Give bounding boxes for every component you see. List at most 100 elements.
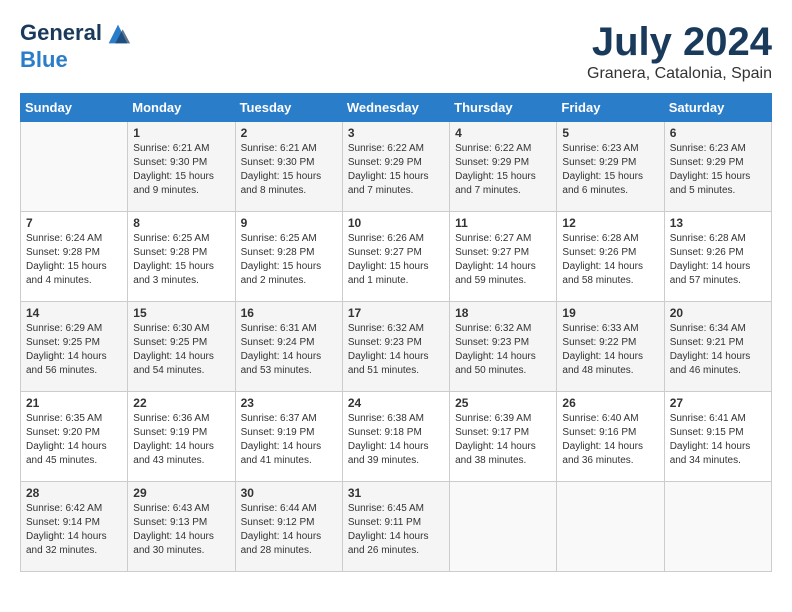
- calendar-cell: 8 Sunrise: 6:25 AMSunset: 9:28 PMDaylight…: [128, 212, 235, 302]
- calendar-week-2: 7 Sunrise: 6:24 AMSunset: 9:28 PMDaylight…: [21, 212, 772, 302]
- cell-content: Sunrise: 6:23 AMSunset: 9:29 PMDaylight:…: [562, 142, 658, 198]
- calendar-cell: [21, 122, 128, 212]
- day-number: 1: [133, 126, 229, 140]
- cell-content: Sunrise: 6:28 AMSunset: 9:26 PMDaylight:…: [562, 232, 658, 288]
- cell-content: Sunrise: 6:22 AMSunset: 9:29 PMDaylight:…: [455, 142, 551, 198]
- calendar-cell: 18 Sunrise: 6:32 AMSunset: 9:23 PMDayligh…: [450, 302, 557, 392]
- day-number: 3: [348, 126, 444, 140]
- cell-content: Sunrise: 6:43 AMSunset: 9:13 PMDaylight:…: [133, 502, 229, 558]
- day-number: 15: [133, 306, 229, 320]
- cell-content: Sunrise: 6:42 AMSunset: 9:14 PMDaylight:…: [26, 502, 122, 558]
- day-number: 6: [670, 126, 766, 140]
- location-subtitle: Granera, Catalonia, Spain: [587, 65, 772, 83]
- header-saturday: Saturday: [664, 94, 771, 122]
- calendar-week-4: 21 Sunrise: 6:35 AMSunset: 9:20 PMDayligh…: [21, 392, 772, 482]
- day-number: 21: [26, 396, 122, 410]
- cell-content: Sunrise: 6:32 AMSunset: 9:23 PMDaylight:…: [455, 322, 551, 378]
- day-number: 30: [241, 486, 337, 500]
- cell-content: Sunrise: 6:24 AMSunset: 9:28 PMDaylight:…: [26, 232, 122, 288]
- cell-content: Sunrise: 6:31 AMSunset: 9:24 PMDaylight:…: [241, 322, 337, 378]
- calendar-week-5: 28Sunrise: 6:42 AMSunset: 9:14 PMDayligh…: [21, 482, 772, 572]
- calendar-cell: [557, 482, 664, 572]
- cell-content: Sunrise: 6:36 AMSunset: 9:19 PMDaylight:…: [133, 412, 229, 468]
- days-header-row: SundayMondayTuesdayWednesdayThursdayFrid…: [21, 94, 772, 122]
- cell-content: Sunrise: 6:33 AMSunset: 9:22 PMDaylight:…: [562, 322, 658, 378]
- calendar-cell: 28Sunrise: 6:42 AMSunset: 9:14 PMDayligh…: [21, 482, 128, 572]
- header-thursday: Thursday: [450, 94, 557, 122]
- cell-content: Sunrise: 6:44 AMSunset: 9:12 PMDaylight:…: [241, 502, 337, 558]
- calendar-cell: 3 Sunrise: 6:22 AMSunset: 9:29 PMDaylight…: [342, 122, 449, 212]
- calendar-cell: 30 Sunrise: 6:44 AMSunset: 9:12 PMDayligh…: [235, 482, 342, 572]
- calendar-cell: 2Sunrise: 6:21 AMSunset: 9:30 PMDaylight…: [235, 122, 342, 212]
- cell-content: Sunrise: 6:35 AMSunset: 9:20 PMDaylight:…: [26, 412, 122, 468]
- day-number: 20: [670, 306, 766, 320]
- day-number: 22: [133, 396, 229, 410]
- calendar-cell: 29Sunrise: 6:43 AMSunset: 9:13 PMDayligh…: [128, 482, 235, 572]
- month-title: July 2024: [587, 20, 772, 65]
- calendar-week-1: 1 Sunrise: 6:21 AMSunset: 9:30 PMDaylight…: [21, 122, 772, 212]
- calendar-cell: 26 Sunrise: 6:40 AMSunset: 9:16 PMDayligh…: [557, 392, 664, 482]
- calendar-table: SundayMondayTuesdayWednesdayThursdayFrid…: [20, 93, 772, 572]
- calendar-cell: 20 Sunrise: 6:34 AMSunset: 9:21 PMDayligh…: [664, 302, 771, 392]
- day-number: 16: [241, 306, 337, 320]
- day-number: 26: [562, 396, 658, 410]
- cell-content: Sunrise: 6:34 AMSunset: 9:21 PMDaylight:…: [670, 322, 766, 378]
- header-tuesday: Tuesday: [235, 94, 342, 122]
- calendar-cell: 6Sunrise: 6:23 AMSunset: 9:29 PMDaylight…: [664, 122, 771, 212]
- day-number: 5: [562, 126, 658, 140]
- day-number: 11: [455, 216, 551, 230]
- header-wednesday: Wednesday: [342, 94, 449, 122]
- cell-content: Sunrise: 6:28 AMSunset: 9:26 PMDaylight:…: [670, 232, 766, 288]
- day-number: 10: [348, 216, 444, 230]
- day-number: 13: [670, 216, 766, 230]
- calendar-cell: 4Sunrise: 6:22 AMSunset: 9:29 PMDaylight…: [450, 122, 557, 212]
- logo-blue: Blue: [20, 47, 68, 72]
- header-monday: Monday: [128, 94, 235, 122]
- calendar-cell: 19 Sunrise: 6:33 AMSunset: 9:22 PMDayligh…: [557, 302, 664, 392]
- day-number: 12: [562, 216, 658, 230]
- day-number: 23: [241, 396, 337, 410]
- calendar-cell: 11 Sunrise: 6:27 AMSunset: 9:27 PMDayligh…: [450, 212, 557, 302]
- cell-content: Sunrise: 6:25 AMSunset: 9:28 PMDaylight:…: [241, 232, 337, 288]
- header-sunday: Sunday: [21, 94, 128, 122]
- title-block: July 2024 Granera, Catalonia, Spain: [587, 20, 772, 83]
- day-number: 31: [348, 486, 444, 500]
- day-number: 7: [26, 216, 122, 230]
- calendar-cell: 31 Sunrise: 6:45 AMSunset: 9:11 PMDayligh…: [342, 482, 449, 572]
- calendar-cell: 15 Sunrise: 6:30 AMSunset: 9:25 PMDayligh…: [128, 302, 235, 392]
- day-number: 9: [241, 216, 337, 230]
- calendar-cell: [664, 482, 771, 572]
- day-number: 18: [455, 306, 551, 320]
- calendar-cell: 23Sunrise: 6:37 AMSunset: 9:19 PMDayligh…: [235, 392, 342, 482]
- calendar-cell: 9 Sunrise: 6:25 AMSunset: 9:28 PMDaylight…: [235, 212, 342, 302]
- day-number: 17: [348, 306, 444, 320]
- header-friday: Friday: [557, 94, 664, 122]
- cell-content: Sunrise: 6:21 AMSunset: 9:30 PMDaylight:…: [133, 142, 229, 198]
- day-number: 8: [133, 216, 229, 230]
- day-number: 27: [670, 396, 766, 410]
- cell-content: Sunrise: 6:21 AMSunset: 9:30 PMDaylight:…: [241, 142, 337, 198]
- day-number: 14: [26, 306, 122, 320]
- cell-content: Sunrise: 6:29 AMSunset: 9:25 PMDaylight:…: [26, 322, 122, 378]
- calendar-cell: 5 Sunrise: 6:23 AMSunset: 9:29 PMDaylight…: [557, 122, 664, 212]
- logo-text: GeneralBlue: [20, 20, 132, 72]
- calendar-week-3: 14 Sunrise: 6:29 AMSunset: 9:25 PMDayligh…: [21, 302, 772, 392]
- cell-content: Sunrise: 6:25 AMSunset: 9:28 PMDaylight:…: [133, 232, 229, 288]
- cell-content: Sunrise: 6:38 AMSunset: 9:18 PMDaylight:…: [348, 412, 444, 468]
- page-header: GeneralBlue July 2024 Granera, Catalonia…: [20, 20, 772, 83]
- calendar-cell: 13 Sunrise: 6:28 AMSunset: 9:26 PMDayligh…: [664, 212, 771, 302]
- day-number: 25: [455, 396, 551, 410]
- calendar-cell: 16 Sunrise: 6:31 AMSunset: 9:24 PMDayligh…: [235, 302, 342, 392]
- cell-content: Sunrise: 6:39 AMSunset: 9:17 PMDaylight:…: [455, 412, 551, 468]
- cell-content: Sunrise: 6:41 AMSunset: 9:15 PMDaylight:…: [670, 412, 766, 468]
- cell-content: Sunrise: 6:40 AMSunset: 9:16 PMDaylight:…: [562, 412, 658, 468]
- cell-content: Sunrise: 6:30 AMSunset: 9:25 PMDaylight:…: [133, 322, 229, 378]
- day-number: 19: [562, 306, 658, 320]
- calendar-cell: 12 Sunrise: 6:28 AMSunset: 9:26 PMDayligh…: [557, 212, 664, 302]
- cell-content: Sunrise: 6:45 AMSunset: 9:11 PMDaylight:…: [348, 502, 444, 558]
- calendar-cell: 24Sunrise: 6:38 AMSunset: 9:18 PMDayligh…: [342, 392, 449, 482]
- calendar-cell: 25 Sunrise: 6:39 AMSunset: 9:17 PMDayligh…: [450, 392, 557, 482]
- cell-content: Sunrise: 6:22 AMSunset: 9:29 PMDaylight:…: [348, 142, 444, 198]
- calendar-cell: 1 Sunrise: 6:21 AMSunset: 9:30 PMDaylight…: [128, 122, 235, 212]
- cell-content: Sunrise: 6:27 AMSunset: 9:27 PMDaylight:…: [455, 232, 551, 288]
